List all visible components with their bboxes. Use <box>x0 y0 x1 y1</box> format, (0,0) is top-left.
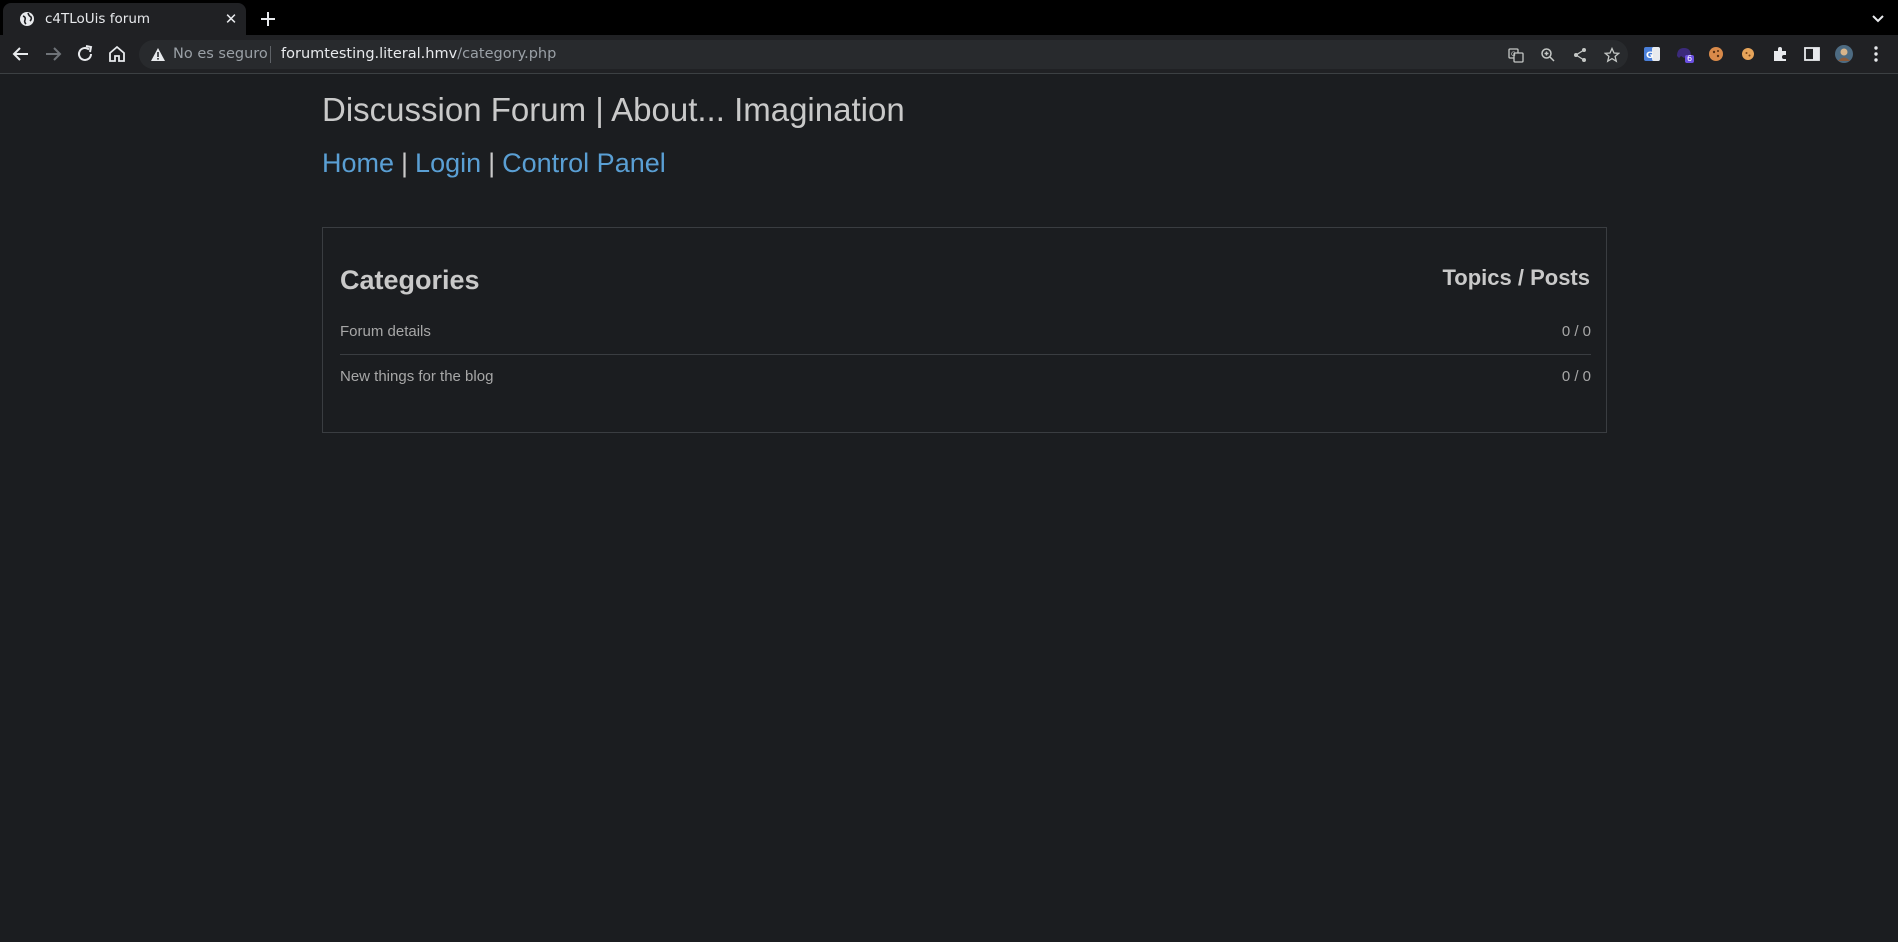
address-bar[interactable]: No es seguro forumtesting.literal.hmv/ca… <box>139 40 1628 69</box>
reload-icon[interactable] <box>74 43 96 65</box>
share-icon[interactable] <box>1572 47 1588 63</box>
topics-posts-heading: Topics / Posts <box>1442 265 1590 290</box>
svg-text:G: G <box>1511 51 1516 58</box>
puzzle-extensions-icon[interactable] <box>1770 44 1790 64</box>
category-row[interactable]: New things for the blog 0 / 0 <box>340 361 1591 399</box>
site-title: Discussion Forum | About... Imagination <box>322 91 905 128</box>
browser-tab[interactable]: c4TLoUis forum ✕ <box>3 3 246 35</box>
categories-panel: Categories Topics / Posts Forum details … <box>322 227 1607 433</box>
close-tab-icon[interactable]: ✕ <box>223 11 239 27</box>
bookmark-star-icon[interactable] <box>1604 47 1620 63</box>
security-status[interactable]: No es seguro <box>173 46 268 62</box>
address-divider <box>270 46 271 63</box>
profile-avatar-icon[interactable] <box>1834 44 1854 64</box>
url-path: /category.php <box>457 46 557 62</box>
url-host: forumtesting.literal.hmv <box>281 46 458 62</box>
chevron-down-icon[interactable] <box>1869 9 1887 27</box>
nav-separator: | <box>488 148 496 178</box>
globe-icon <box>20 12 34 26</box>
tab-strip: c4TLoUis forum ✕ <box>0 0 1898 35</box>
nav-separator: | <box>401 148 409 178</box>
category-row[interactable]: Forum details 0 / 0 <box>340 316 1591 355</box>
translate-extension-icon[interactable]: G <box>1642 44 1662 64</box>
url-text[interactable]: forumtesting.literal.hmv/category.php <box>281 46 556 62</box>
cookie-icon[interactable] <box>1706 44 1726 64</box>
nav-control-panel-link[interactable]: Control Panel <box>502 148 666 178</box>
nav-login-link[interactable]: Login <box>415 148 481 178</box>
category-name[interactable]: Forum details <box>340 323 431 340</box>
category-name[interactable]: New things for the blog <box>340 368 493 385</box>
zoom-icon[interactable] <box>1540 47 1556 63</box>
translate-icon[interactable]: G <box>1508 47 1524 63</box>
extension-badge-count: 6 <box>1687 54 1693 63</box>
back-arrow-icon[interactable] <box>10 43 32 65</box>
extension-badge-icon[interactable]: 6 <box>1674 44 1694 64</box>
svg-text:G: G <box>1646 51 1653 61</box>
home-icon[interactable] <box>106 43 128 65</box>
side-panel-icon[interactable] <box>1802 44 1822 64</box>
browser-toolbar: No es seguro forumtesting.literal.hmv/ca… <box>0 35 1898 74</box>
tab-title: c4TLoUis forum <box>45 11 151 27</box>
forward-arrow-icon[interactable] <box>42 43 64 65</box>
new-tab-icon[interactable] <box>258 9 278 29</box>
kebab-menu-icon[interactable] <box>1866 44 1886 64</box>
category-counts: 0 / 0 <box>1561 323 1591 340</box>
nav-home-link[interactable]: Home <box>322 148 394 178</box>
warning-icon[interactable] <box>150 47 166 62</box>
main-nav: Home | Login | Control Panel <box>322 148 666 179</box>
categories-heading: Categories <box>340 265 480 295</box>
cookie-editor-icon[interactable] <box>1738 44 1758 64</box>
category-counts: 0 / 0 <box>1561 368 1591 385</box>
